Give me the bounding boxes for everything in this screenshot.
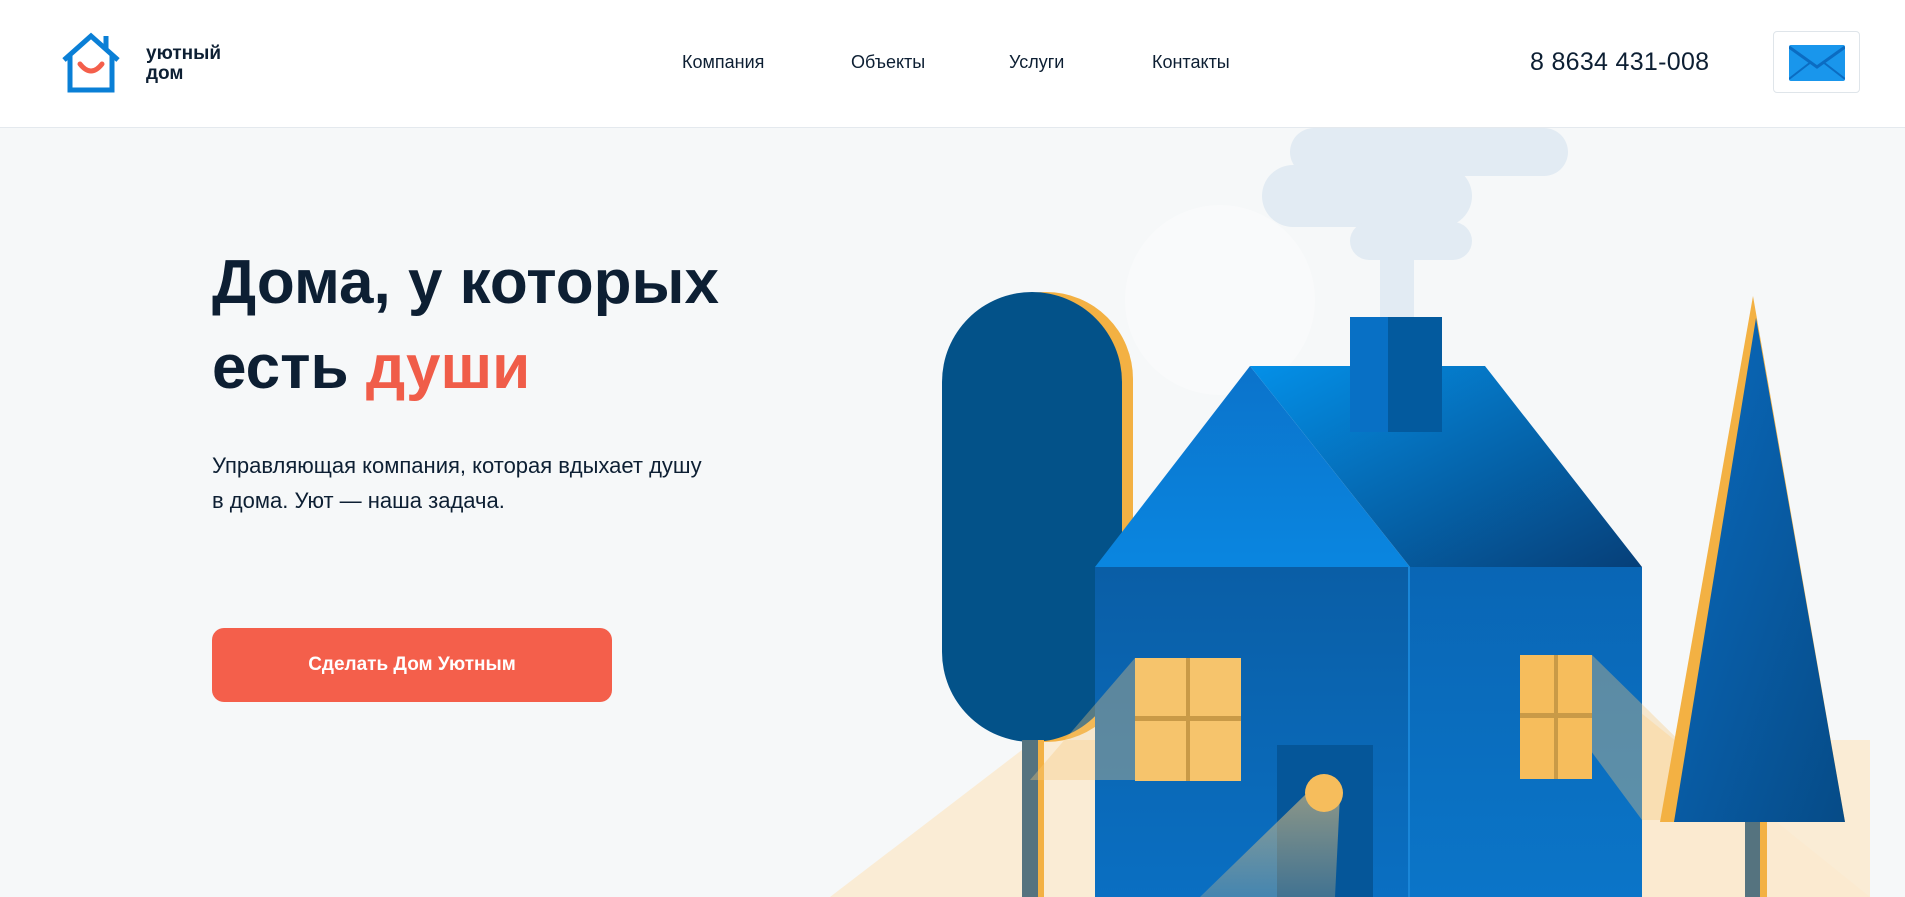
hero-title: Дома, у которых есть души — [212, 240, 852, 410]
envelope-icon — [1789, 45, 1845, 81]
logo-text-line2: дом — [146, 63, 184, 84]
hero-title-line1: Дома, у которых — [212, 248, 719, 317]
house — [1030, 317, 1760, 897]
house-smile-icon — [62, 32, 120, 93]
triangle-tree — [1660, 296, 1845, 897]
logo-text-line1: уютный — [146, 43, 222, 64]
nav-item-company[interactable]: Компания — [682, 52, 764, 73]
hero-title-accent: души — [365, 333, 531, 402]
nav-item-services[interactable]: Услуги — [1009, 52, 1064, 73]
logo[interactable]: уютный дом — [58, 32, 248, 94]
cta-button[interactable]: Сделать Дом Уютным — [212, 628, 612, 702]
window-right — [1520, 655, 1592, 779]
mail-button[interactable] — [1773, 31, 1860, 93]
hero-subtitle-line2: в дома. Уют — наша задача. — [212, 488, 505, 513]
hero-subtitle-line1: Управляющая компания, которая вдыхает ду… — [212, 453, 702, 478]
hero-title-line2: есть — [212, 333, 366, 402]
nav-item-objects[interactable]: Объекты — [851, 52, 925, 73]
window-left — [1135, 658, 1241, 781]
phone-number[interactable]: 8 8634 431-008 — [1530, 48, 1709, 77]
nav-item-contacts[interactable]: Контакты — [1152, 52, 1230, 73]
hero-subtitle: Управляющая компания, которая вдыхает ду… — [212, 448, 772, 518]
site-header: уютный дом Компания Объекты Услуги Конта… — [0, 0, 1905, 128]
